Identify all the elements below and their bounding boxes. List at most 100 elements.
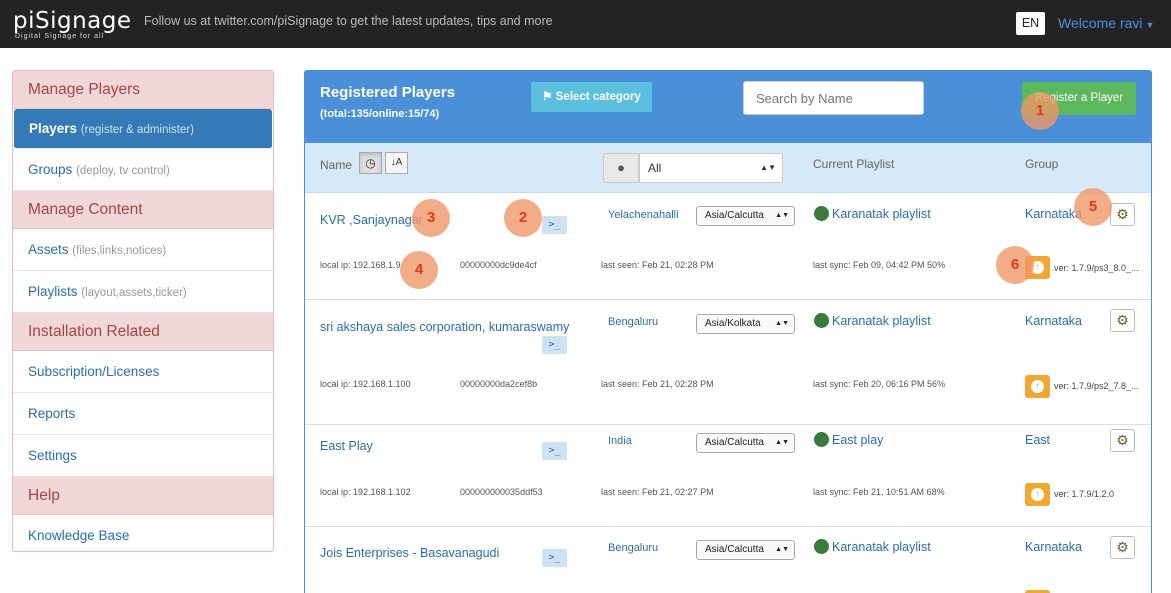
timezone-select[interactable]: Asia/Kolkata ▲▼ — [696, 314, 795, 334]
sidebar-item-label: Reports — [28, 406, 76, 421]
player-location[interactable]: Bengaluru — [608, 542, 658, 554]
sidebar-item-assets[interactable]: Assets (files,links,notices) — [13, 229, 273, 271]
user-menu[interactable]: Welcome ravi ▼ — [1058, 15, 1154, 31]
sidebar-item-playlists[interactable]: Playlists (layout,assets,ticker) — [13, 271, 273, 313]
location-filter-select[interactable]: All ▲▼ — [639, 153, 783, 183]
current-playlist-link[interactable]: Karanatak playlist — [832, 207, 931, 221]
sidebar-item-sublabel: (files,links,notices) — [72, 245, 167, 257]
terminal-icon: >_ — [548, 219, 561, 230]
annotation-badge: 2 — [504, 199, 542, 237]
sidebar-item-sublabel: (deploy, tv control) — [76, 165, 170, 177]
terminal-button[interactable]: >_ — [542, 216, 567, 234]
sidebar-section-manage-players: Manage Players — [13, 71, 273, 109]
timezone-select[interactable]: Asia/Calcutta ▲▼ — [696, 433, 795, 453]
location-filter-value: All — [648, 161, 662, 175]
cpu-serial: 00000000da2cef8b — [460, 379, 538, 389]
settings-button[interactable]: ⚙ — [1110, 309, 1135, 332]
sidebar: Manage Players Players (register & admin… — [12, 70, 274, 552]
current-playlist-link[interactable]: East play — [832, 433, 883, 447]
sidebar-item-players[interactable]: Players (register & administer) — [14, 109, 272, 149]
column-header: Name ◷ ↓A ● All ▲▼ Current Playlist Group — [305, 143, 1151, 193]
terminal-icon: >_ — [548, 339, 561, 350]
last-sync: last sync: Feb 21, 10:51 AM 68% — [813, 487, 945, 497]
last-sync: last sync: Feb 09, 04:42 PM 50% — [813, 260, 946, 270]
header-tagline: Follow us at twitter.com/piSignage to ge… — [144, 14, 553, 28]
local-ip: local ip: 192.168.1.100 — [320, 379, 411, 389]
player-count: (total:135/online:15/74) — [320, 108, 440, 120]
cpu-serial: 000000000035ddf53 — [460, 487, 543, 497]
search-input[interactable] — [743, 81, 924, 115]
map-marker-button[interactable]: ● — [603, 153, 639, 183]
sidebar-item-reports[interactable]: Reports — [13, 393, 273, 435]
sidebar-item-groups[interactable]: Groups (deploy, tv control) — [13, 149, 273, 191]
playlist-status-dot — [814, 432, 829, 447]
select-arrows-icon: ▲▼ — [775, 546, 789, 553]
sidebar-item-label: Players — [29, 121, 78, 136]
sort-alpha-icon: ↓A — [390, 157, 403, 168]
last-seen: last seen: Feb 21, 02:27 PM — [601, 487, 714, 497]
settings-button[interactable]: ⚙ — [1110, 429, 1135, 452]
local-ip: local ip: 192.168.1.9 — [320, 260, 401, 270]
update-software-button[interactable]: ↑ — [1025, 375, 1050, 398]
last-seen: last seen: Feb 21, 02:28 PM — [601, 379, 714, 389]
terminal-button[interactable]: >_ — [542, 442, 567, 460]
sort-by-time-button[interactable]: ◷ — [359, 152, 382, 174]
select-arrows-icon: ▲▼ — [775, 320, 789, 327]
panel-title: Registered Players — [320, 84, 456, 101]
column-name: Name — [320, 158, 353, 172]
sort-alpha-button[interactable]: ↓A — [385, 152, 408, 174]
timezone-select[interactable]: Asia/Calcutta ▲▼ — [696, 206, 795, 226]
player-location[interactable]: Yelachenahalli — [608, 209, 679, 221]
terminal-button[interactable]: >_ — [542, 336, 567, 354]
sidebar-section-installation: Installation Related — [13, 313, 273, 351]
player-row: Jois Enterprises - Basavanagudi >_ Benga… — [305, 527, 1151, 593]
software-version: ver: 1.7.9/ps2_7.8_... — [1054, 381, 1139, 391]
timezone-select[interactable]: Asia/Calcutta ▲▼ — [696, 540, 795, 560]
sidebar-item-label: Groups — [28, 162, 73, 177]
sidebar-section-manage-content: Manage Content — [13, 191, 273, 229]
group-link[interactable]: Karnataka — [1025, 540, 1082, 554]
tag-icon: ⚑ — [542, 91, 553, 103]
cpu-serial: 00000000dc9de4cf — [460, 260, 537, 270]
pisignage-logo[interactable]: piSignage Digital Signage for all — [13, 8, 132, 40]
last-sync: last sync: Feb 20, 06:16 PM 56% — [813, 379, 946, 389]
sidebar-item-label: Playlists — [28, 284, 78, 299]
sidebar-item-label: Assets — [28, 242, 69, 257]
select-category-button[interactable]: ⚑ Select category — [531, 82, 652, 112]
timezone-value: Asia/Calcutta — [705, 544, 764, 555]
current-playlist-link[interactable]: Karanatak playlist — [832, 314, 931, 328]
sidebar-item-settings[interactable]: Settings — [13, 435, 273, 477]
terminal-icon: >_ — [548, 445, 561, 456]
annotation-badge: 4 — [400, 251, 438, 289]
sidebar-item-label: Subscription/Licenses — [28, 364, 160, 379]
sidebar-item-subscription[interactable]: Subscription/Licenses — [13, 351, 273, 393]
logo-text: piSignage — [13, 8, 132, 34]
sidebar-section-help: Help — [13, 477, 273, 515]
playlist-status-dot — [814, 539, 829, 554]
software-version: ver: 1.7.9/1.2.0 — [1054, 489, 1115, 499]
player-name-link[interactable]: East Play — [320, 439, 572, 453]
player-row: sri akshaya sales corporation, kumaraswa… — [305, 300, 1151, 425]
logo-subtitle: Digital Signage for all — [15, 33, 105, 40]
sidebar-item-knowledge-base[interactable]: Knowledge Base — [13, 515, 273, 551]
update-software-button[interactable]: ↑ — [1025, 483, 1050, 506]
player-location[interactable]: India — [608, 435, 632, 447]
player-row: East Play >_ India Asia/Calcutta ▲▼ East … — [305, 425, 1151, 527]
terminal-button[interactable]: >_ — [542, 549, 567, 567]
last-seen: last seen: Feb 21, 02:28 PM — [601, 260, 714, 270]
welcome-text: Welcome ravi — [1058, 15, 1143, 31]
upload-icon: ↑ — [1031, 380, 1044, 394]
current-playlist-link[interactable]: Karanatak playlist — [832, 540, 931, 554]
player-name-link[interactable]: sri akshaya sales corporation, kumaraswa… — [320, 320, 572, 334]
group-link[interactable]: Karnataka — [1025, 314, 1082, 328]
timezone-value: Asia/Calcutta — [705, 437, 764, 448]
select-arrows-icon: ▲▼ — [775, 439, 789, 446]
sidebar-item-sublabel: (layout,assets,ticker) — [81, 287, 187, 299]
settings-button[interactable]: ⚙ — [1110, 203, 1135, 226]
terminal-icon: >_ — [548, 552, 561, 563]
language-button[interactable]: EN — [1016, 12, 1045, 35]
settings-button[interactable]: ⚙ — [1110, 536, 1135, 559]
player-name-link[interactable]: Jois Enterprises - Basavanagudi — [320, 546, 572, 560]
player-location[interactable]: Bengaluru — [608, 316, 658, 328]
group-link[interactable]: East — [1025, 433, 1050, 447]
